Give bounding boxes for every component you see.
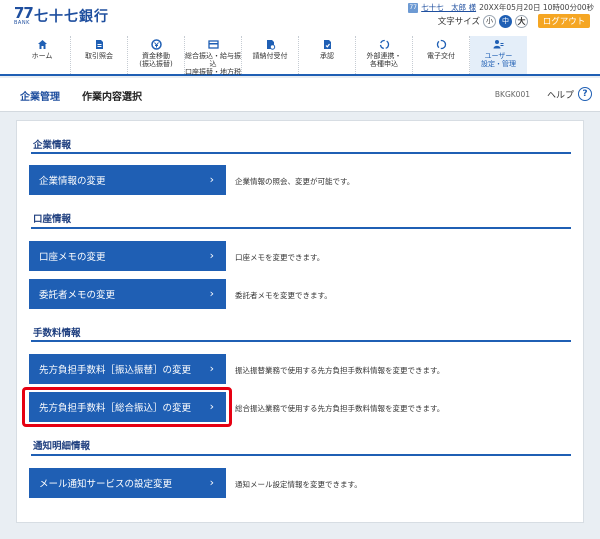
user-info: 77 七十七 太郎 様 20XX年05月20日 10時00分00秒 xyxy=(408,2,594,13)
chevron-right-icon: › xyxy=(209,400,214,413)
action-description: 企業情報の照会、変更が可能です。 xyxy=(235,177,355,186)
text-size-label: 文字サイズ xyxy=(437,17,480,27)
global-nav: ホーム 取引照会 資金移動 (振込振替) 総合振込・給与振込 口座振替・地方税 … xyxy=(0,36,600,76)
text-size-large-button[interactable]: 大 xyxy=(515,14,528,28)
document-icon xyxy=(94,39,105,50)
help-icon: ? xyxy=(578,87,592,101)
button-label: 先方負担手数料［総合振込］の変更 xyxy=(39,403,192,414)
bank-logo-mark: 77 BANK xyxy=(14,4,34,27)
action-description: 総合振込業務で使用する先方負担手数料情報を変更できます。 xyxy=(235,404,445,413)
nav-label: ホーム xyxy=(31,52,53,60)
nav-item-home[interactable]: ホーム xyxy=(14,36,71,74)
chevron-right-icon: › xyxy=(209,476,214,489)
home-icon xyxy=(37,39,48,50)
link-icon xyxy=(379,39,390,50)
refresh-icon xyxy=(436,39,447,50)
menu-card: 企業情報 企業情報の変更 › 企業情報の照会、変更が可能です。 口座情報 口座メ… xyxy=(16,120,584,523)
action-description: 委託者メモを変更できます。 xyxy=(235,291,332,300)
section-rule xyxy=(31,340,571,342)
bank-mark-sub: BANK xyxy=(14,20,30,26)
bank-logo[interactable]: 77 BANK 七十七銀行 xyxy=(14,4,109,27)
nav-label: 資金移動 (振込振替) xyxy=(139,52,173,68)
bank-mark-number: 77 xyxy=(14,4,34,22)
section-rule xyxy=(31,227,571,229)
nav-item-external[interactable]: 外部連携・ 各種申込 xyxy=(356,36,413,74)
action-description: 通知メール設定情報を変更できます。 xyxy=(235,480,362,489)
bank-name: 七十七銀行 xyxy=(34,9,109,25)
user-settings-icon xyxy=(493,39,504,50)
nav-item-approval[interactable]: 承認 xyxy=(299,36,356,74)
section-rule xyxy=(31,152,571,154)
section-title-fee: 手数料情報 xyxy=(33,328,81,339)
nav-item-transfer[interactable]: 資金移動 (振込振替) xyxy=(128,36,185,74)
text-size-control: 文字サイズ 小 中 大 ログアウト xyxy=(438,14,590,28)
user-name-link[interactable]: 七十七 太郎 様 xyxy=(421,2,476,13)
section-title-account: 口座情報 xyxy=(33,214,72,225)
button-label: 口座メモの変更 xyxy=(39,252,106,263)
screen-id: BKGK001 xyxy=(494,90,530,99)
chevron-right-icon: › xyxy=(209,173,214,186)
approve-icon xyxy=(322,39,333,50)
nav-label: 取引照会 xyxy=(85,52,113,60)
button-label: 先方負担手数料［振込振替］の変更 xyxy=(39,365,192,376)
action-description: 振込振替業務で使用する先方負担手数料情報を変更できます。 xyxy=(235,366,445,375)
account-memo-change-button[interactable]: 口座メモの変更 › xyxy=(29,241,226,271)
nav-label: 総合振込・給与振込 口座振替・地方税 xyxy=(185,52,241,76)
mail-notification-settings-button[interactable]: メール通知サービスの設定変更 › xyxy=(29,468,226,498)
text-size-medium-button[interactable]: 中 xyxy=(499,14,512,28)
action-description: 口座メモを変更できます。 xyxy=(235,253,325,262)
nav-item-bulk-transfer[interactable]: 総合振込・給与振込 口座振替・地方税 xyxy=(185,36,242,76)
help-label: ヘルプ xyxy=(546,90,574,101)
page-title: 作業内容選択 xyxy=(82,92,142,103)
nav-item-payment[interactable]: 請納付受付 xyxy=(242,36,299,74)
transfer-icon xyxy=(150,39,162,50)
nav-label: 外部連携・ 各種申込 xyxy=(366,52,402,68)
page-header: 企業管理 作業内容選択 BKGK001 ヘルプ ? xyxy=(0,78,600,112)
section-title-notification: 通知明細情報 xyxy=(33,441,91,452)
chevron-right-icon: › xyxy=(209,362,214,375)
payment-icon xyxy=(265,39,276,50)
nav-label: ユーザー 設定・管理 xyxy=(481,52,516,68)
nav-item-user-settings[interactable]: ユーザー 設定・管理 xyxy=(470,36,527,74)
fee-bulk-transfer-change-button[interactable]: 先方負担手数料［総合振込］の変更 › xyxy=(29,392,226,422)
company-info-change-button[interactable]: 企業情報の変更 › xyxy=(29,165,226,195)
nav-item-inquiry[interactable]: 取引照会 xyxy=(71,36,128,74)
section-rule xyxy=(31,454,571,456)
nav-item-e-delivery[interactable]: 電子交付 xyxy=(413,36,470,74)
breadcrumb-parent: 企業管理 xyxy=(20,92,60,103)
nav-label: 請納付受付 xyxy=(252,52,288,60)
user-icon: 77 xyxy=(408,2,419,13)
nav-label: 承認 xyxy=(320,52,334,60)
login-time: 20XX年05月20日 10時00分00秒 xyxy=(479,3,594,12)
button-label: メール通知サービスの設定変更 xyxy=(39,479,173,490)
top-bar: 77 BANK 七十七銀行 77 七十七 太郎 様 20XX年05月20日 10… xyxy=(0,0,600,36)
section-title-company: 企業情報 xyxy=(33,140,72,151)
text-size-small-button[interactable]: 小 xyxy=(483,14,496,28)
logout-button[interactable]: ログアウト xyxy=(538,14,590,28)
button-label: 企業情報の変更 xyxy=(39,176,106,187)
nav-label: 電子交付 xyxy=(427,52,455,60)
card-icon xyxy=(207,39,219,50)
consignor-memo-change-button[interactable]: 委託者メモの変更 › xyxy=(29,279,226,309)
fee-transfer-change-button[interactable]: 先方負担手数料［振込振替］の変更 › xyxy=(29,354,226,384)
chevron-right-icon: › xyxy=(209,287,214,300)
help-link[interactable]: ヘルプ ? xyxy=(547,87,592,101)
button-label: 委託者メモの変更 xyxy=(39,290,116,301)
chevron-right-icon: › xyxy=(209,249,214,262)
